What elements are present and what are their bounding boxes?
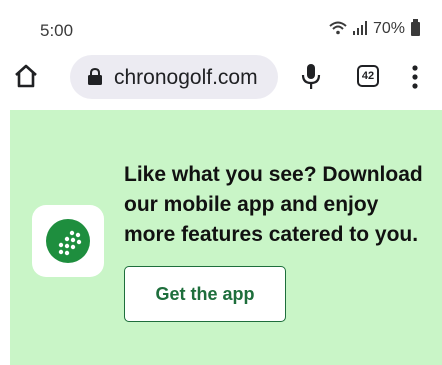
- status-icons: 70%: [329, 19, 420, 38]
- get-app-button[interactable]: Get the app: [124, 266, 286, 322]
- status-time: 5:00: [40, 21, 74, 40]
- home-icon[interactable]: [12, 62, 40, 90]
- tabs-icon[interactable]: 42: [357, 65, 379, 87]
- promo-message: Like what you see? Download our mobile a…: [124, 163, 423, 246]
- signal-icon: [352, 20, 367, 38]
- address-bar[interactable]: chronogolf.com: [70, 55, 278, 99]
- browser-toolbar: chronogolf.com 42: [0, 52, 442, 100]
- app-icon-container: [32, 205, 104, 277]
- status-bar: 5:00 70%: [0, 0, 442, 58]
- url-text: chronogolf.com: [114, 66, 258, 89]
- mic-icon[interactable]: [301, 63, 321, 91]
- battery-icon: [411, 19, 420, 36]
- chronogolf-logo-icon: [42, 215, 94, 267]
- app-download-banner: Like what you see? Download our mobile a…: [10, 110, 442, 365]
- battery-percent: 70%: [372, 20, 405, 37]
- wifi-icon: [329, 21, 347, 38]
- menu-icon[interactable]: [412, 65, 418, 89]
- lock-icon: [88, 67, 102, 85]
